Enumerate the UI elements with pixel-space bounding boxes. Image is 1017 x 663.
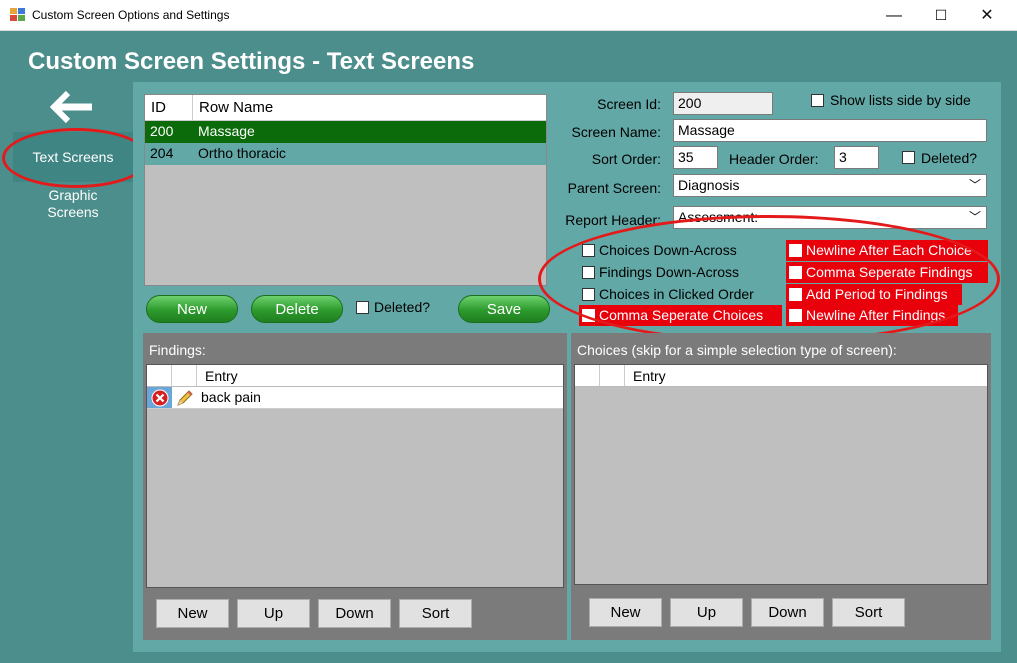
findings-grid[interactable]: Entry back pain xyxy=(146,364,564,588)
sort-order-field[interactable]: 35 xyxy=(673,146,718,169)
page-title: Custom Screen Settings - Text Screens xyxy=(28,48,475,75)
screen-name-field[interactable]: Massage xyxy=(673,119,987,142)
findings-title: Findings: xyxy=(149,342,206,358)
deleted-checkbox[interactable] xyxy=(902,151,915,164)
new-screen-button[interactable]: New xyxy=(146,295,238,323)
row-name: Ortho thoracic xyxy=(198,145,286,161)
choices-grid-header: Entry xyxy=(575,365,987,387)
row-id: 200 xyxy=(150,123,174,139)
header-cell xyxy=(172,365,197,386)
left-arrow-icon[interactable] xyxy=(49,90,94,124)
save-button[interactable]: Save xyxy=(458,295,550,323)
maximize-button[interactable]: ☐ xyxy=(918,0,964,31)
header-order-label: Header Order: xyxy=(729,151,819,167)
findings-grid-header: Entry xyxy=(147,365,563,387)
choices-panel: Choices (skip for a simple selection typ… xyxy=(571,333,991,640)
finding-entry: back pain xyxy=(201,389,261,405)
findings-panel: Findings: Entry back pain New Up Down So… xyxy=(143,333,567,640)
choices-entry-header: Entry xyxy=(633,368,666,384)
parent-screen-label: Parent Screen: xyxy=(567,180,661,196)
header-order-field[interactable]: 3 xyxy=(834,146,879,169)
minimize-button[interactable]: — xyxy=(871,0,917,31)
annotation-ellipse xyxy=(538,215,1000,343)
nav-graphic-line2: Screens xyxy=(47,204,99,220)
chevron-down-icon: ﹀ xyxy=(968,178,981,192)
deleted-filter-label: Deleted? xyxy=(374,299,431,315)
grid-header-row-name: Row Name xyxy=(199,99,274,116)
parent-screen-value: Diagnosis xyxy=(678,177,740,193)
row-name: Massage xyxy=(198,123,255,139)
choices-up-button[interactable]: Up xyxy=(670,598,743,627)
findings-sort-button[interactable]: Sort xyxy=(399,599,472,628)
screens-grid[interactable]: ID Row Name 200 Massage 204 Ortho thorac… xyxy=(144,94,547,286)
grid-header-id: ID xyxy=(145,95,193,120)
parent-screen-select[interactable]: Diagnosis ﹀ xyxy=(673,174,987,197)
screen-id-label: Screen Id: xyxy=(597,96,661,112)
delete-x-icon[interactable] xyxy=(147,387,172,408)
app-icon xyxy=(10,8,26,22)
findings-entry-header: Entry xyxy=(205,368,238,384)
findings-up-button[interactable]: Up xyxy=(237,599,310,628)
row-id: 204 xyxy=(150,145,174,161)
deleted-filter-checkbox[interactable] xyxy=(356,301,369,314)
choices-grid[interactable]: Entry xyxy=(574,364,988,585)
findings-new-button[interactable]: New xyxy=(156,599,229,628)
choices-down-button[interactable]: Down xyxy=(751,598,824,627)
choices-title: Choices (skip for a simple selection typ… xyxy=(577,342,897,358)
chevron-down-icon: ﹀ xyxy=(968,210,981,224)
nav-graphic-line1: Graphic xyxy=(48,187,98,203)
pencil-icon[interactable] xyxy=(172,387,197,408)
table-row[interactable]: 200 Massage xyxy=(145,121,546,143)
show-lists-label: Show lists side by side xyxy=(830,92,971,108)
show-lists-checkbox[interactable] xyxy=(811,94,824,107)
table-row[interactable]: 204 Ortho thoracic xyxy=(145,143,546,165)
findings-down-button[interactable]: Down xyxy=(318,599,391,628)
table-row[interactable]: back pain xyxy=(147,387,563,409)
delete-screen-button[interactable]: Delete xyxy=(251,295,343,323)
deleted-label: Deleted? xyxy=(921,150,978,166)
close-button[interactable]: ✕ xyxy=(964,0,1010,31)
header-cell xyxy=(147,365,172,386)
screen-id-field[interactable]: 200 xyxy=(673,92,773,115)
choices-new-button[interactable]: New xyxy=(589,598,662,627)
header-cell xyxy=(600,365,625,386)
screen-name-label: Screen Name: xyxy=(571,124,661,140)
nav-graphic-screens[interactable]: Graphic Screens xyxy=(20,187,126,221)
sort-order-label: Sort Order: xyxy=(591,151,661,167)
window-title: Custom Screen Options and Settings xyxy=(32,8,230,22)
grid-header: ID Row Name xyxy=(145,95,546,121)
header-cell xyxy=(575,365,600,386)
annotation-ellipse xyxy=(2,128,150,188)
choices-sort-button[interactable]: Sort xyxy=(832,598,905,627)
